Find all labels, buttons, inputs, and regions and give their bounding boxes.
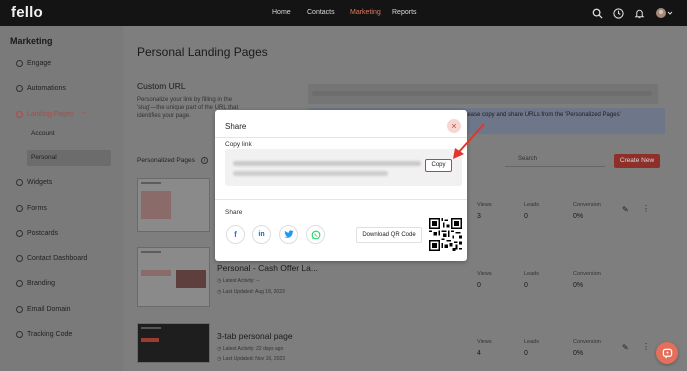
email-domain-icon [16,305,23,313]
clock-icon[interactable] [611,6,625,20]
views-value: 0 [477,282,481,289]
search-input[interactable]: Search [505,153,605,167]
modal-title: Share [225,122,247,131]
edit-icon[interactable]: ✎ [622,205,629,214]
last-updated: ◷ Last Updated: Nov 16, 2023 [217,356,286,362]
page-thumbnail[interactable] [137,178,210,232]
twitter-icon[interactable] [279,225,298,244]
sidebar-item-postcards[interactable]: Postcards [16,228,58,238]
edit-icon[interactable]: ✎ [622,343,629,352]
copy-button[interactable]: Copy [425,159,452,172]
sidebar: Marketing Engage Automations Landing Pag… [0,26,123,371]
facebook-icon[interactable]: f [226,225,245,244]
conversion-value: 0% [573,350,584,357]
table-row[interactable]: 3-tab personal page ◷ Latest Activity: 2… [137,323,673,371]
custom-url-field[interactable] [308,84,658,104]
views-label: Views [477,339,492,345]
chat-icon [662,348,672,358]
conversion-label: Conversion [573,202,601,208]
widgets-icon [16,178,23,186]
latest-activity: ◷ Latest Activity: -- [217,278,260,284]
latest-activity: ◷ Latest Activity: 22 days ago [217,346,284,352]
more-options-icon[interactable]: ⋮ [642,342,650,351]
leads-value: 0 [524,213,528,220]
nav-reports[interactable]: Reports [392,9,417,16]
row-title[interactable]: 3-tab personal page [217,331,293,341]
contact-dashboard-icon [16,254,23,262]
page-thumbnail[interactable] [137,323,210,363]
chevron-up-icon: ⌃ [80,111,86,118]
conversion-label: Conversion [573,339,601,345]
last-updated: ◷ Last Updated: Aug 18, 2023 [217,289,285,295]
postcards-icon [16,229,23,237]
sidebar-title: Marketing [10,36,53,46]
tracking-code-icon [16,330,23,338]
copy-link-label: Copy link [225,141,252,148]
sidebar-item-engage[interactable]: Engage [16,58,51,68]
views-value: 4 [477,350,481,357]
automations-icon [16,84,23,92]
views-value: 3 [477,213,481,220]
qr-code [429,218,462,251]
conversion-value: 0% [573,282,584,289]
row-title[interactable]: Personal - Cash Offer La... [217,263,318,273]
landing-pages-icon [16,110,23,118]
sidebar-item-landing-pages[interactable]: Landing Pages ⌃ [16,109,86,119]
help-chat-button[interactable] [656,342,678,364]
sidebar-item-branding[interactable]: Branding [16,278,55,288]
sidebar-item-email-domain[interactable]: Email Domain [16,304,71,314]
engage-icon [16,59,23,67]
info-icon[interactable]: i [200,157,208,164]
leads-value: 0 [524,282,528,289]
page-title: Personal Landing Pages [137,45,268,59]
views-label: Views [477,202,492,208]
share-label: Share [225,209,243,216]
custom-url-heading: Custom URL [137,81,186,91]
branding-icon [16,279,23,287]
blurred-url [312,91,652,96]
forms-icon [16,204,23,212]
sidebar-item-widgets[interactable]: Widgets [16,177,52,187]
close-icon[interactable]: × [447,119,461,133]
app-logo[interactable]: fello [11,4,43,21]
avatar[interactable] [654,6,674,20]
whatsapp-icon[interactable] [306,225,325,244]
sidebar-item-tracking-code[interactable]: Tracking Code [16,329,72,339]
divider [215,137,467,138]
conversion-label: Conversion [573,271,601,277]
page-thumbnail[interactable] [137,247,210,307]
blurred-link [233,161,421,166]
sidebar-item-contact-dashboard[interactable]: Contact Dashboard [16,253,87,263]
sidebar-subitem-personal[interactable]: Personal [27,150,111,166]
more-options-icon[interactable]: ⋮ [642,204,650,213]
linkedin-icon[interactable]: in [252,225,271,244]
download-qr-code-button[interactable]: Download QR Code [356,227,422,243]
leads-label: Leads [524,339,539,345]
leads-label: Leads [524,271,539,277]
nav-contacts[interactable]: Contacts [307,9,335,16]
create-new-button[interactable]: Create New [614,154,660,168]
share-link-field[interactable]: Copy [225,149,462,186]
sidebar-subitem-account[interactable]: Account [31,130,55,137]
leads-label: Leads [524,202,539,208]
conversion-value: 0% [573,213,584,220]
nav-marketing[interactable]: Marketing [350,9,381,16]
blurred-link [233,171,388,176]
sidebar-item-forms[interactable]: Forms [16,203,47,213]
search-icon[interactable] [590,6,604,20]
bell-icon[interactable] [632,6,646,20]
nav-home[interactable]: Home [272,9,291,16]
personalized-pages-label: Personalized Pages i [137,157,208,164]
sidebar-item-automations[interactable]: Automations [16,83,66,93]
views-label: Views [477,271,492,277]
leads-value: 0 [524,350,528,357]
share-modal: Share × Copy link Copy Share f in Downlo… [215,110,467,261]
divider [215,199,467,200]
top-navigation-bar: fello Home Contacts Marketing Reports [0,0,687,26]
